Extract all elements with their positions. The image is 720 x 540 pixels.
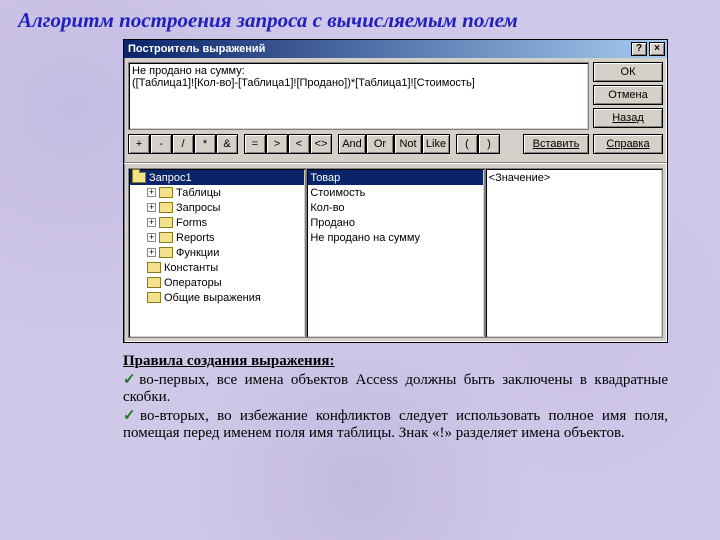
tree-item[interactable]: Операторы [130,275,304,290]
tree-item-label: Операторы [164,277,222,289]
tree-item-label: Функции [176,247,219,259]
expression-textarea[interactable]: Не продано на сумму: ([Таблица1]![Кол-во… [128,62,589,130]
op-mul[interactable]: * [194,134,216,154]
titlebar: Построитель выражений ? × [124,40,667,58]
op-like[interactable]: Like [422,134,450,154]
value-list[interactable]: <Значение> [485,168,663,338]
insert-button[interactable]: Вставить [523,134,589,154]
op-lparen[interactable]: ( [456,134,478,154]
op-div[interactable]: / [172,134,194,154]
tree-item[interactable]: + Функции [130,245,304,260]
folder-icon [147,292,161,303]
help-ref-button[interactable]: Справка [593,134,663,154]
field-item[interactable]: Кол-во [308,200,482,215]
op-ne[interactable]: <> [310,134,332,154]
checkmark-icon: ✓ [123,372,139,388]
tree-item-label: Запрос1 [149,172,192,184]
back-button[interactable]: Назад [593,108,663,128]
folder-icon [147,277,161,288]
folder-icon [159,202,173,213]
window-title: Построитель выражений [128,43,265,55]
op-or[interactable]: Or [366,134,394,154]
op-plus[interactable]: + [128,134,150,154]
expand-icon[interactable]: + [147,188,156,197]
folder-icon [147,262,161,273]
tree-item[interactable]: Запрос1 [130,170,304,185]
separator [124,162,667,164]
help-button[interactable]: ? [631,42,647,56]
expand-icon[interactable]: + [147,218,156,227]
category-tree[interactable]: Запрос1 + Таблицы + Запросы + Forms + Reports + Фу… [128,168,306,338]
field-list[interactable]: ТоварСтоимостьКол-воПроданоНе продано на… [306,168,484,338]
tree-item-label: Константы [164,262,218,274]
folder-icon [132,172,146,183]
op-gt[interactable]: > [266,134,288,154]
expression-line: Не продано на сумму: [132,65,585,77]
close-button[interactable]: × [649,42,665,56]
rules-item: во-вторых, во избежание конфликтов следу… [123,408,668,441]
tree-item-label: Forms [176,217,207,229]
folder-icon [159,217,173,228]
tree-item-label: Таблицы [176,187,221,199]
op-minus[interactable]: - [150,134,172,154]
cancel-button[interactable]: Отмена [593,85,663,105]
tree-item[interactable]: + Forms [130,215,304,230]
checkmark-icon: ✓ [123,408,140,424]
op-and[interactable]: And [338,134,366,154]
tree-item[interactable]: + Reports [130,230,304,245]
ok-button[interactable]: ОК [593,62,663,82]
op-eq[interactable]: = [244,134,266,154]
folder-icon [159,232,173,243]
tree-item-label: Запросы [176,202,220,214]
tree-item[interactable]: Общие выражения [130,290,304,305]
operator-toolbar: + - / * & = > < <> And Or Not Like ( ) В… [128,134,589,154]
tree-item[interactable]: Константы [130,260,304,275]
op-amp[interactable]: & [216,134,238,154]
field-item[interactable]: Не продано на сумму [308,230,482,245]
field-item[interactable]: Стоимость [308,185,482,200]
folder-icon [159,247,173,258]
page-title: Алгоритм построения запроса с вычисляемы… [18,8,702,33]
rules-item: во-первых, все имена объектов Access дол… [123,372,668,405]
expression-line: ([Таблица1]![Кол-во]-[Таблица1]![Продано… [132,77,585,89]
rules-text: Правила создания выражения: ✓во-первых, … [123,353,668,442]
field-item[interactable]: Продано [308,215,482,230]
rules-heading: Правила создания выражения: [123,353,334,369]
tree-item-label: Общие выражения [164,292,261,304]
op-rparen[interactable]: ) [478,134,500,154]
tree-item[interactable]: + Запросы [130,200,304,215]
expand-icon[interactable]: + [147,233,156,242]
tree-item[interactable]: + Таблицы [130,185,304,200]
expand-icon[interactable]: + [147,248,156,257]
field-item[interactable]: Товар [308,170,482,185]
expand-icon[interactable]: + [147,203,156,212]
tree-item-label: Reports [176,232,215,244]
op-lt[interactable]: < [288,134,310,154]
value-item[interactable]: <Значение> [487,170,661,185]
expression-builder-window: Построитель выражений ? × Не продано на … [123,39,668,343]
folder-icon [159,187,173,198]
op-not[interactable]: Not [394,134,422,154]
